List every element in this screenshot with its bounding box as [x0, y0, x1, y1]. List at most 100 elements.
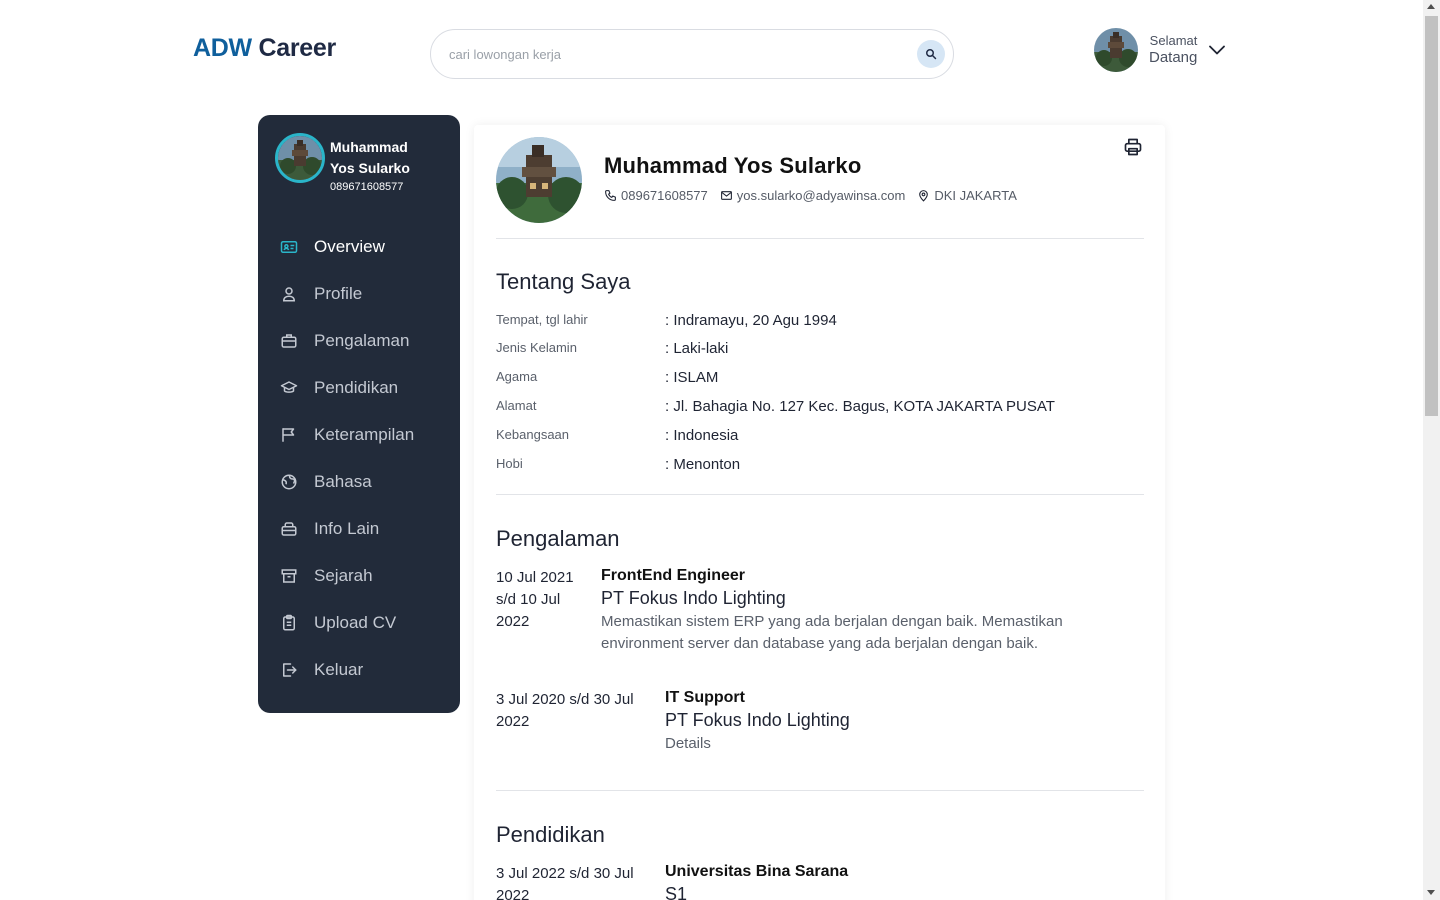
printer-icon — [1124, 138, 1142, 156]
experience-date: 3 Jul 2020 s/d 30 Jul 2022 — [496, 691, 634, 730]
print-button[interactable] — [1123, 137, 1143, 162]
search-input[interactable] — [449, 46, 889, 62]
sidebar-user-name: Muhammad Yos Sularko — [330, 139, 410, 176]
resume-card: Muhammad Yos Sularko 089671608577 yos.su… — [474, 125, 1165, 900]
education-school: Universitas Bina Sarana — [665, 863, 849, 880]
profile-contacts: 089671608577 yos.sularko@adyawinsa.com D… — [604, 188, 1029, 203]
sidebar-item-label: Bahasa — [314, 471, 372, 491]
sidebar-user-info: Muhammad Yos Sularko 089671608577 — [330, 137, 430, 193]
about-key: Alamat — [496, 398, 537, 413]
divider — [496, 494, 1144, 495]
scroll-down-arrow[interactable] — [1427, 890, 1435, 895]
contact-phone-text: 089671608577 — [621, 188, 708, 203]
experience-description: Details — [665, 735, 711, 752]
education-date: 3 Jul 2022 s/d 30 Jul 2022 — [496, 865, 634, 900]
sidebar-item-label: Upload CV — [314, 612, 397, 632]
sidebar-item-upload-cv[interactable]: Upload CV — [276, 599, 446, 646]
sidebar-item-label: Pendidikan — [314, 377, 399, 397]
scroll-thumb[interactable] — [1425, 16, 1438, 416]
sidebar-user-phone: 089671608577 — [330, 181, 404, 193]
sidebar-item-sejarah[interactable]: Sejarah — [276, 552, 446, 599]
profile-info: Muhammad Yos Sularko 089671608577 yos.su… — [604, 153, 1029, 223]
sidebar-item-keluar[interactable]: Keluar — [276, 646, 446, 693]
user-menu[interactable]: Selamat Datang — [1094, 28, 1226, 72]
divider — [496, 238, 1144, 239]
sidebar-item-label: Pengalaman — [314, 330, 410, 350]
experience-company: PT Fokus Indo Lighting — [601, 588, 786, 608]
phone-icon — [605, 190, 616, 201]
sidebar-item-label: Overview — [314, 236, 385, 256]
brand-logo[interactable]: ADW Career — [193, 34, 336, 63]
sidebar-menu: Overview Profile Pengalaman Pendidikan K… — [276, 223, 446, 693]
search-button[interactable] — [917, 40, 945, 68]
education-item: 3 Jul 2022 s/d 30 Jul 2022 Universitas B… — [496, 863, 1136, 900]
id-card-icon — [278, 236, 300, 258]
contact-location-text: DKI JAKARTA — [934, 188, 1017, 203]
archive-box-icon — [278, 518, 300, 540]
section-title-education: Pendidikan — [496, 822, 605, 847]
contact-email[interactable]: yos.sularko@adyawinsa.com — [720, 188, 906, 203]
about-value: : Jl. Bahagia No. 127 Kec. Bagus, KOTA J… — [665, 398, 1055, 415]
briefcase-icon — [278, 330, 300, 352]
sidebar-item-label: Profile — [314, 283, 363, 303]
sidebar-profile: Muhammad Yos Sularko 089671608577 — [275, 133, 430, 193]
avatar[interactable] — [1094, 28, 1138, 72]
about-row: Hobi : Menonton — [496, 456, 1136, 473]
flag-icon — [278, 424, 300, 446]
about-key: Hobi — [496, 456, 523, 471]
globe-icon — [278, 471, 300, 493]
about-key: Kebangsaan — [496, 427, 570, 442]
chevron-down-icon[interactable] — [1209, 45, 1226, 55]
about-row: Kebangsaan : Indonesia — [496, 427, 1136, 444]
about-key: Jenis Kelamin — [496, 340, 577, 355]
scroll-up-arrow[interactable] — [1427, 4, 1435, 9]
greeting-line2: Datang — [1149, 48, 1198, 66]
section-title-experience: Pengalaman — [496, 526, 620, 551]
experience-date: 10 Jul 2021 s/d 10 Jul 2022 — [496, 569, 574, 630]
contact-email-text: yos.sularko@adyawinsa.com — [736, 188, 906, 203]
sidebar-item-bahasa[interactable]: Bahasa — [276, 458, 446, 505]
page: ADW Career Selamat Datang — [0, 0, 1440, 900]
profile-name: Muhammad Yos Sularko — [604, 153, 862, 178]
sidebar-item-label: Keluar — [314, 659, 364, 679]
sidebar-avatar — [275, 133, 325, 183]
education-degree: S1 — [665, 884, 688, 900]
sidebar-item-pendidikan[interactable]: Pendidikan — [276, 364, 446, 411]
section-title-about: Tentang Saya — [496, 269, 631, 294]
map-pin-icon — [919, 190, 929, 202]
scrollbar[interactable] — [1423, 0, 1440, 900]
search-icon — [926, 49, 937, 60]
experience-description: Memastikan sistem ERP yang ada berjalan … — [601, 613, 1063, 652]
experience-role: FrontEnd Engineer — [601, 567, 746, 584]
greeting: Selamat Datang — [1149, 33, 1197, 67]
about-row: Agama : ISLAM — [496, 369, 1136, 386]
sidebar-item-label: Sejarah — [314, 565, 373, 585]
about-value: : Menonton — [665, 456, 741, 473]
sidebar-item-info-lain[interactable]: Info Lain — [276, 505, 446, 552]
resume-header: Muhammad Yos Sularko 089671608577 yos.su… — [496, 137, 1029, 223]
sidebar: Muhammad Yos Sularko 089671608577 Overvi… — [258, 115, 460, 713]
profile-photo — [496, 137, 582, 223]
about-key: Tempat, tgl lahir — [496, 312, 588, 327]
sidebar-item-profile[interactable]: Profile — [276, 270, 446, 317]
graduation-cap-icon — [278, 377, 300, 399]
experience-item: 3 Jul 2020 s/d 30 Jul 2022 IT Support PT… — [496, 689, 1136, 755]
about-row: Alamat : Jl. Bahagia No. 127 Kec. Bagus,… — [496, 398, 1136, 415]
divider — [496, 790, 1144, 791]
contact-location: DKI JAKARTA — [917, 188, 1017, 203]
sidebar-item-pengalaman[interactable]: Pengalaman — [276, 317, 446, 364]
about-value: : Indonesia — [665, 427, 739, 444]
brand-part2: Career — [258, 34, 336, 62]
education-body: Universitas Bina Sarana S1 — [665, 863, 848, 900]
experience-item: 10 Jul 2021 s/d 10 Jul 2022 FrontEnd Eng… — [496, 567, 1136, 655]
search-bar — [430, 29, 954, 79]
mail-icon — [720, 191, 732, 200]
sidebar-item-overview[interactable]: Overview — [276, 223, 446, 270]
contact-phone: 089671608577 — [604, 188, 708, 203]
brand-part1: ADW — [193, 34, 252, 62]
logout-icon — [278, 659, 300, 681]
about-row: Tempat, tgl lahir : Indramayu, 20 Agu 19… — [496, 312, 1136, 329]
experience-role: IT Support — [665, 689, 745, 706]
greeting-line1: Selamat — [1149, 33, 1198, 49]
sidebar-item-keterampilan[interactable]: Keterampilan — [276, 411, 446, 458]
